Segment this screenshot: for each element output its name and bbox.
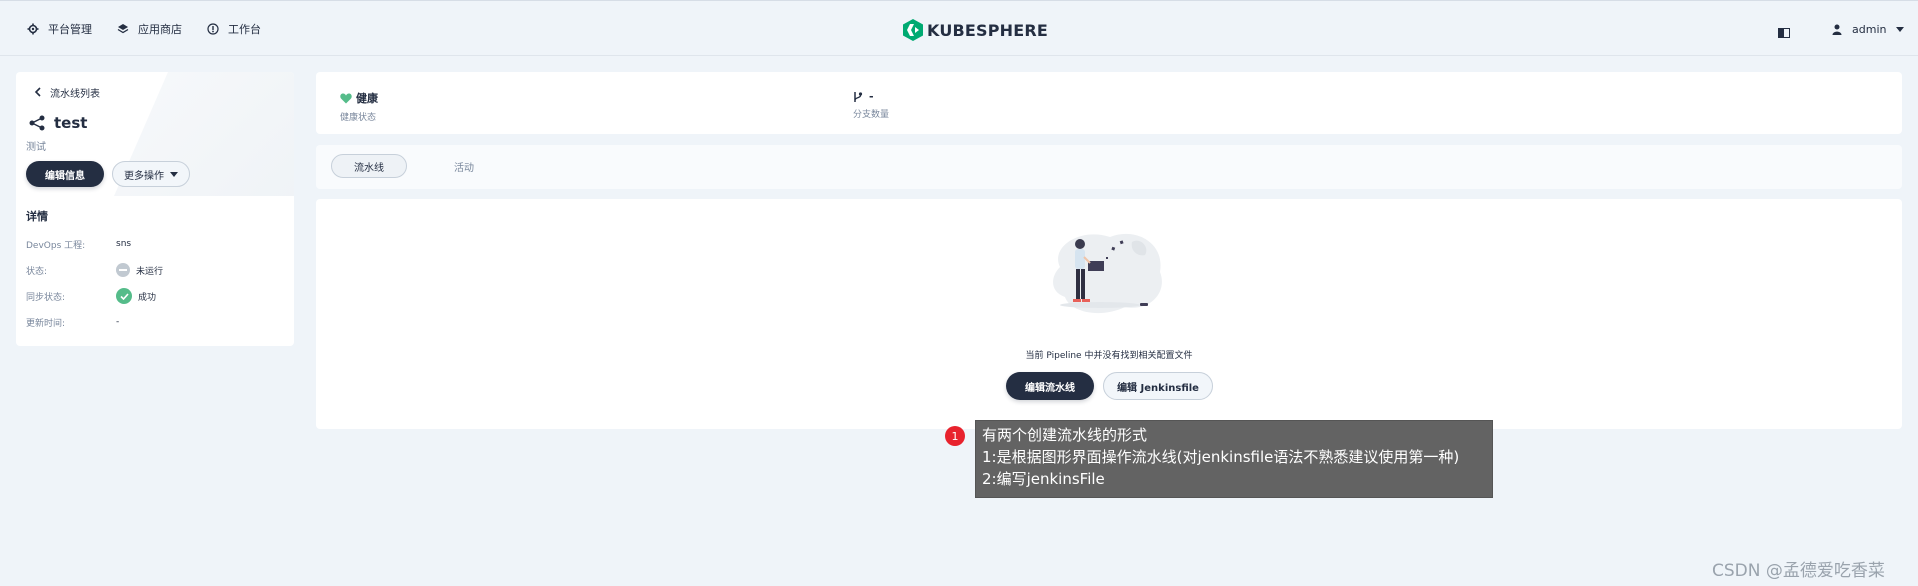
tab-activity[interactable]: 活动 <box>426 154 502 178</box>
health-label: 健康状态 <box>340 113 377 123</box>
edit-info-button[interactable]: 编辑信息 <box>26 161 104 187</box>
annotation-line: 有两个创建流水线的形式 <box>982 426 1148 444</box>
nav-workbench-label: 工作台 <box>228 23 261 36</box>
detail-row-sync-status: 同步状态: 成功 <box>26 286 156 306</box>
pipeline-title: test <box>28 114 87 132</box>
gear-icon <box>26 22 40 36</box>
user-name: admin <box>1852 22 1887 36</box>
pipeline-header-card: 流水线列表 test 测试 编辑信息 更多操作 <box>16 72 294 196</box>
empty-state-illustration <box>1053 233 1162 314</box>
pipeline-description: 测试 <box>26 142 46 153</box>
empty-state-message: 当前 Pipeline 中并没有找到相关配置文件 <box>1025 351 1193 361</box>
nav-platform-management[interactable]: 平台管理 <box>26 1 92 57</box>
branch-count-stat: - 分支数量 <box>853 90 889 120</box>
annotation-badge: 1 <box>945 426 965 446</box>
watermark: CSDN @孟德爱吃香菜 <box>1712 561 1885 581</box>
layers-icon <box>116 22 130 36</box>
more-actions-label: 更多操作 <box>124 170 164 182</box>
pipeline-name: test <box>54 114 88 132</box>
success-check-icon <box>116 288 132 304</box>
caret-down-icon <box>1896 26 1905 32</box>
back-to-pipeline-list[interactable]: 流水线列表 <box>26 82 110 102</box>
annotation-tooltip: 有两个创建流水线的形式 1:是根据图形界面操作流水线(对jenkinsfile语… <box>975 420 1493 498</box>
detail-key: 状态: <box>26 266 48 277</box>
user-menu[interactable]: admin <box>1832 1 1905 57</box>
branch-icon <box>854 91 863 102</box>
detail-value: 未运行 <box>136 266 164 277</box>
detail-row-update-time: 更新时间: - <box>26 312 119 332</box>
compass-icon <box>206 22 220 36</box>
kubesphere-logo-icon <box>903 19 923 41</box>
detail-key: 更新时间: <box>26 318 66 329</box>
details-card: 详情 DevOps 工程: sns 状态: 未运行 同步状态: 成功 更新时间:… <box>16 196 294 346</box>
health-value: 健康 <box>356 92 378 105</box>
heart-icon <box>340 93 352 103</box>
pipeline-icon <box>29 115 45 131</box>
edit-pipeline-button[interactable]: 编辑流水线 <box>1006 372 1094 400</box>
pipeline-empty-panel: 当前 Pipeline 中并没有找到相关配置文件 编辑流水线 编辑 Jenkin… <box>316 199 1902 429</box>
user-icon <box>1832 24 1842 35</box>
nav-app-store-label: 应用商店 <box>138 23 182 36</box>
edit-jenkinsfile-button[interactable]: 编辑 Jenkinsfile <box>1103 372 1213 400</box>
nav-workbench[interactable]: 工作台 <box>206 1 261 57</box>
top-navigation-bar: 平台管理 应用商店 工作台 KUBESPHERE admin <box>0 0 1918 56</box>
nav-app-store[interactable]: 应用商店 <box>116 1 182 57</box>
idle-status-icon <box>116 263 130 277</box>
kubesphere-logo[interactable]: KUBESPHERE <box>903 17 1048 43</box>
nav-platform-management-label: 平台管理 <box>48 23 92 36</box>
back-link-label: 流水线列表 <box>50 88 100 100</box>
tab-pipeline[interactable]: 流水线 <box>331 154 407 178</box>
branch-count-label: 分支数量 <box>853 110 890 120</box>
detail-value: sns <box>116 239 132 249</box>
more-actions-button[interactable]: 更多操作 <box>112 161 190 187</box>
book-icon[interactable] <box>1778 23 1790 38</box>
annotation-line: 1:是根据图形界面操作流水线(对jenkinsfile语法不熟悉建议使用第一种) <box>982 448 1460 466</box>
detail-key: DevOps 工程: <box>26 240 86 251</box>
annotation-line: 2:编写jenkinsFile <box>982 470 1105 488</box>
pipeline-stats-card: 健康 健康状态 - 分支数量 <box>316 72 1902 134</box>
detail-row-status: 状态: 未运行 <box>26 260 163 280</box>
caret-down-icon <box>170 171 178 177</box>
details-title: 详情 <box>26 210 48 223</box>
detail-value: - <box>116 317 120 327</box>
detail-row-devops-project: DevOps 工程: sns <box>26 234 131 254</box>
chevron-left-icon <box>34 87 41 97</box>
branch-count-value: - <box>869 90 874 103</box>
tab-bar: 流水线 活动 <box>316 145 1902 189</box>
detail-key: 同步状态: <box>26 292 66 303</box>
logo-text: KUBESPHERE <box>927 20 1049 40</box>
detail-value: 成功 <box>138 292 157 303</box>
health-stat: 健康 健康状态 <box>340 90 378 123</box>
